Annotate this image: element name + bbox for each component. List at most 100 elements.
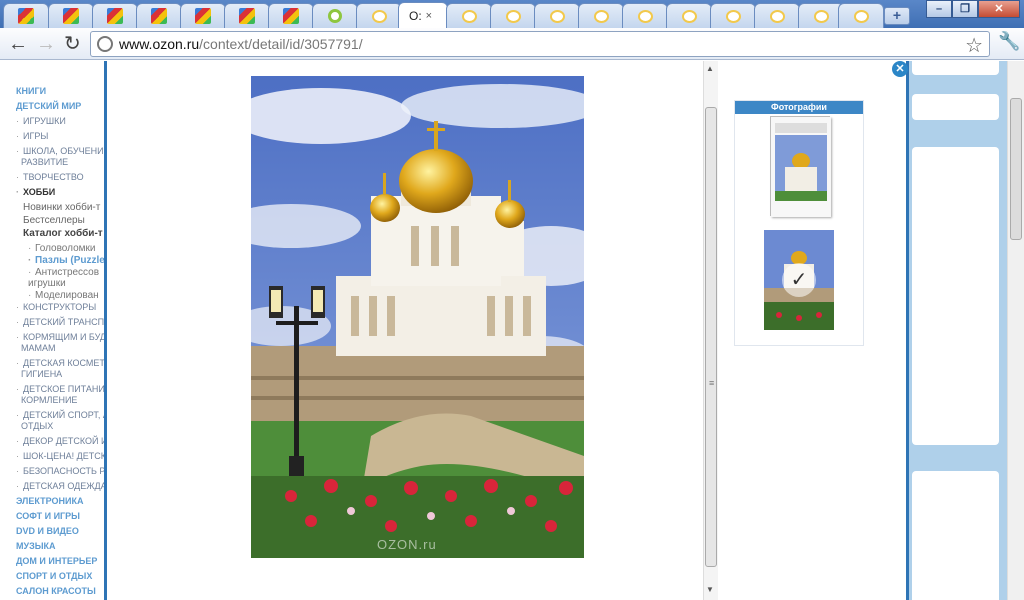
sidebar-item[interactable]: · КОНСТРУКТОРЫ <box>16 302 108 313</box>
sidebar-item[interactable]: · ДЕТСКАЯ ОДЕЖДА <box>16 481 108 492</box>
sidebar-item[interactable]: ОТДЫХ <box>16 421 108 432</box>
window-controls: – ❐ ✕ <box>926 0 1020 18</box>
sidebar-item-label: РАЗВИТИЕ <box>21 157 69 167</box>
right-box-2 <box>912 94 999 120</box>
cloud-favicon-icon <box>549 9 565 23</box>
sidebar-item[interactable]: · ДЕТСКАЯ КОСМЕТИ <box>16 358 108 369</box>
tab-active[interactable]: O: × <box>398 2 448 28</box>
bookmark-star-icon[interactable]: ☆ <box>965 33 983 58</box>
sidebar-item[interactable]: ДЕТСКИЙ МИР <box>16 101 108 112</box>
tab-cloud-1[interactable] <box>356 3 402 28</box>
tab-cloud-8[interactable] <box>710 3 756 28</box>
tab-cloud-4[interactable] <box>534 3 580 28</box>
sidebar-item[interactable]: СПОРТ И ОТДЫХ <box>16 571 108 582</box>
gallery-thumb-box[interactable] <box>770 116 831 217</box>
sidebar-item[interactable]: · Пазлы (Puzzle <box>16 255 108 266</box>
sidebar-item[interactable]: ГИГИЕНА <box>16 369 108 380</box>
sidebar-item[interactable]: МУЗЫКА <box>16 541 108 552</box>
sidebar-item[interactable]: · Антистрессов <box>16 267 108 278</box>
new-tab-button[interactable]: + <box>884 7 910 25</box>
tab-close-icon[interactable]: × <box>426 10 432 22</box>
sidebar-item-label: ДЕКОР ДЕТСКОЙ И <box>23 436 108 446</box>
tab-cloud-9[interactable] <box>754 3 800 28</box>
tab-cloud-11[interactable] <box>838 3 884 28</box>
gallery-title: Фотографии <box>735 101 863 114</box>
sidebar-item[interactable]: · ДЕТСКОЕ ПИТАНИЕ <box>16 384 108 395</box>
cathedral-photo-image <box>251 76 584 558</box>
sidebar-item[interactable]: · Головоломки <box>16 243 108 254</box>
sidebar-item-label: ДЕТСКИЙ МИР <box>16 101 82 111</box>
sidebar-item[interactable]: игрушки <box>16 278 108 289</box>
tab-google-3[interactable] <box>92 3 138 28</box>
modal-scrollbar[interactable]: ▲ ≡ ▼ <box>703 61 718 600</box>
sidebar-item[interactable]: · Моделирован <box>16 290 108 301</box>
tab-cloud-5[interactable] <box>578 3 624 28</box>
puzzle-box-thumbnail <box>771 117 831 217</box>
google-favicon-icon <box>63 8 79 24</box>
page-scrollbar[interactable] <box>1007 61 1024 600</box>
sidebar-item-label: Бестселлеры <box>23 215 85 226</box>
sidebar-item[interactable]: СОФТ И ИГРЫ <box>16 511 108 522</box>
modal-scrollbar-thumb[interactable]: ≡ <box>705 107 717 567</box>
sidebar-item[interactable]: · ДЕТСКИЙ ТРАНСПО <box>16 317 108 328</box>
sidebar-item-label: СПОРТ И ОТДЫХ <box>16 571 93 581</box>
sidebar-item[interactable]: · БЕЗОПАСНОСТЬ РЕБ <box>16 466 108 477</box>
forward-arrow-icon[interactable]: → <box>36 33 56 55</box>
sidebar-item[interactable]: · ИГРУШКИ <box>16 116 108 127</box>
bullet-icon: · <box>16 302 19 312</box>
sidebar-item[interactable]: · ДЕТСКИЙ СПОРТ, А <box>16 410 108 421</box>
sidebar-item[interactable]: САЛОН КРАСОТЫ <box>16 586 108 597</box>
tab-cloud-2[interactable] <box>446 3 492 28</box>
sidebar-item[interactable]: · ШКОЛА, ОБУЧЕНИЕ И <box>16 146 108 157</box>
sidebar-item-label: ИГРУШКИ <box>23 116 66 126</box>
tab-google-4[interactable] <box>136 3 182 28</box>
sidebar-item[interactable]: · ИГРЫ <box>16 131 108 142</box>
bullet-icon: · <box>16 436 19 446</box>
reload-icon[interactable]: ↻ <box>64 33 81 55</box>
gallery-thumb-photo[interactable]: ✓ <box>764 230 834 330</box>
sidebar-item[interactable]: Новинки хобби-т <box>16 202 108 214</box>
sidebar-item[interactable]: ДОМ И ИНТЕРЬЕР <box>16 556 108 567</box>
sidebar-item-label: ДЕТСКИЙ СПОРТ, А <box>23 410 108 420</box>
tab-cloud-7[interactable] <box>666 3 712 28</box>
tab-google-1[interactable] <box>3 3 49 28</box>
page-scrollbar-thumb[interactable] <box>1010 98 1022 240</box>
sidebar-item-label: Новинки хобби-т <box>23 202 101 213</box>
sidebar-item[interactable]: МАМАМ <box>16 343 108 354</box>
modal-close-button[interactable]: ✕ <box>892 61 908 77</box>
tab-google-6[interactable] <box>224 3 270 28</box>
tab-ring-1[interactable] <box>312 3 358 28</box>
sidebar-item[interactable]: Каталог хобби-т <box>16 228 108 239</box>
sidebar-item[interactable]: ЭЛЕКТРОНИКА <box>16 496 108 507</box>
scroll-down-icon[interactable]: ▼ <box>706 585 714 594</box>
tab-cloud-3[interactable] <box>490 3 536 28</box>
back-arrow-icon[interactable]: ← <box>8 33 28 55</box>
tab-google-2[interactable] <box>48 3 94 28</box>
bullet-icon: · <box>28 290 32 301</box>
sidebar-item[interactable]: · ДЕКОР ДЕТСКОЙ И <box>16 436 108 447</box>
sidebar-item-label: ГИГИЕНА <box>21 369 63 379</box>
sidebar-item[interactable]: · ШОК-ЦЕНА! ДЕТСК <box>16 451 108 462</box>
scroll-up-icon[interactable]: ▲ <box>706 64 714 73</box>
tab-google-7[interactable] <box>268 3 314 28</box>
ring-favicon-icon <box>328 9 342 23</box>
sidebar-item-label: ШКОЛА, ОБУЧЕНИЕ И <box>23 146 108 156</box>
wrench-icon[interactable]: 🔧 <box>998 31 1020 52</box>
sidebar-item[interactable]: Бестселлеры <box>16 215 108 227</box>
sidebar-item[interactable]: КОРМЛЕНИЕ <box>16 395 108 406</box>
close-window-button[interactable]: ✕ <box>978 0 1020 18</box>
right-box-4 <box>912 471 999 600</box>
google-favicon-icon <box>195 8 211 24</box>
sidebar-item[interactable]: · ТВОРЧЕСТВО <box>16 172 108 183</box>
tab-cloud-6[interactable] <box>622 3 668 28</box>
sidebar-item[interactable]: DVD И ВИДЕО <box>16 526 108 537</box>
sidebar-item[interactable]: · КОРМЯЩИМ И БУДУ <box>16 332 108 343</box>
minimize-button[interactable]: – <box>926 0 952 18</box>
maximize-button[interactable]: ❐ <box>952 0 978 18</box>
sidebar-item-label: ШОК-ЦЕНА! ДЕТСК <box>23 451 106 461</box>
sidebar-item[interactable]: РАЗВИТИЕ <box>16 157 108 168</box>
sidebar-item[interactable]: КНИГИ <box>16 86 108 97</box>
tab-google-5[interactable] <box>180 3 226 28</box>
sidebar-item[interactable]: · ХОББИ <box>16 187 108 198</box>
address-bar[interactable]: www.ozon.ru/context/detail/id/3057791/ ☆ <box>90 31 990 57</box>
